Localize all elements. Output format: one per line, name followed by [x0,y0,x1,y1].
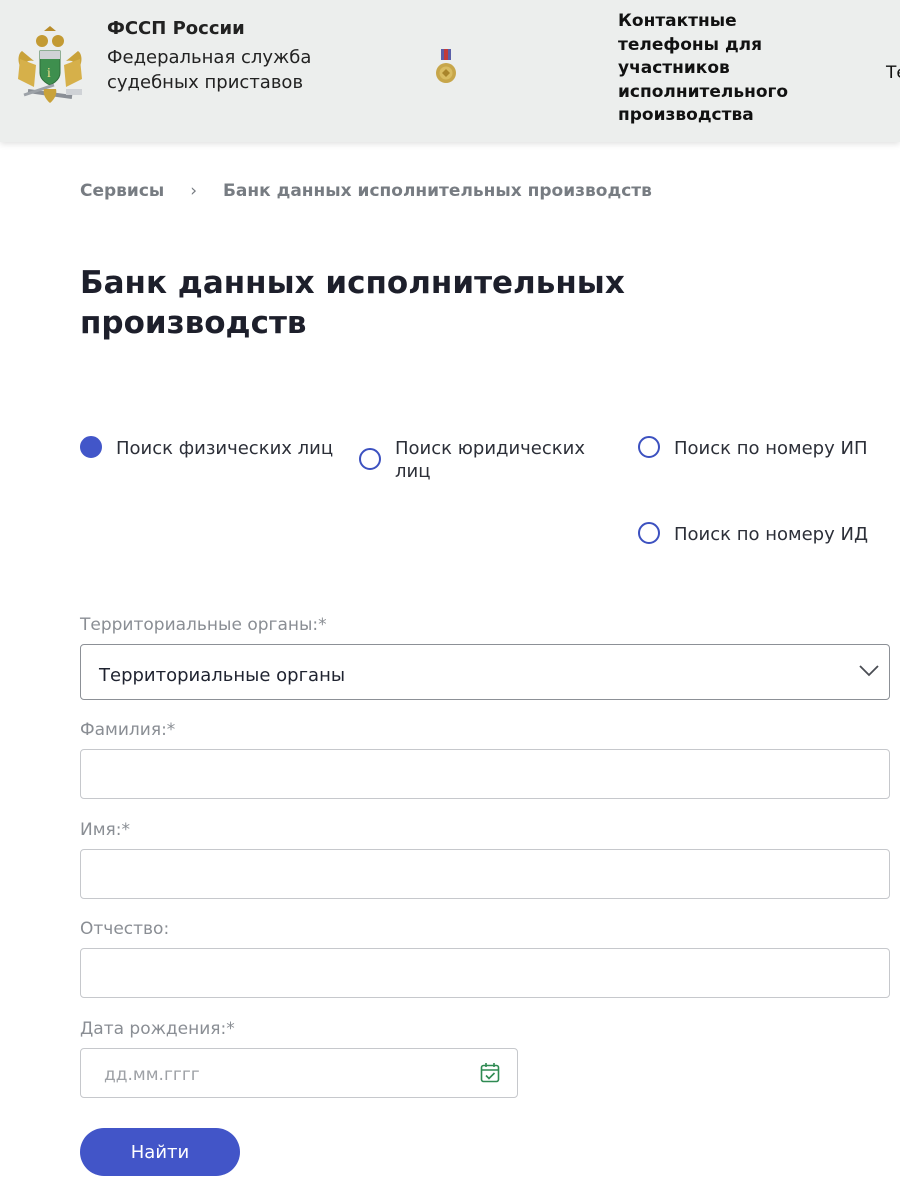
firstname-input[interactable] [80,849,890,899]
radio-button[interactable] [638,436,660,458]
radio-label[interactable]: Поиск по номеру ИП [674,437,867,460]
patronymic-input[interactable] [80,948,890,998]
territory-select[interactable]: Территориальные органы [80,644,890,700]
breadcrumb: Сервисы › Банк данных исполнительных про… [80,181,652,201]
breadcrumb-separator: › [190,181,198,201]
chevron-down-icon[interactable] [859,665,879,677]
patronymic-label: Отчество: [80,919,170,939]
birthdate-input[interactable]: дд.мм.гггг [80,1048,518,1098]
radio-legal-entities[interactable]: Поиск юридических лиц [359,437,609,483]
header-cut-text[interactable]: Те [886,63,900,83]
org-full-name[interactable]: Федеральная служба судебных приставов [107,45,322,95]
site-header: i ФССП России Федеральная служба судебны… [0,0,900,142]
radio-button[interactable] [80,436,102,458]
radio-label[interactable]: Поиск по номеру ИД [674,523,868,546]
breadcrumb-item-services[interactable]: Сервисы [80,181,164,201]
radio-by-id-number[interactable]: Поиск по номеру ИД [638,522,868,546]
fssp-emblem-icon[interactable]: i [14,25,86,107]
radio-by-ip-number[interactable]: Поиск по номеру ИП [638,436,867,460]
svg-text:i: i [47,66,51,81]
breadcrumb-item-current: Банк данных исполнительных производств [222,181,652,201]
medal-icon [436,49,456,83]
radio-label[interactable]: Поиск физических лиц [116,437,333,460]
radio-button[interactable] [359,448,381,470]
territory-label: Территориальные органы:* [80,615,327,635]
birthdate-placeholder: дд.мм.гггг [104,1065,200,1085]
org-short-name[interactable]: ФССП России [107,18,245,39]
radio-individuals[interactable]: Поиск физических лиц [80,436,333,460]
calendar-icon[interactable] [480,1062,500,1083]
radio-label[interactable]: Поиск юридических лиц [395,437,609,483]
search-button[interactable]: Найти [80,1128,240,1176]
radio-button[interactable] [638,522,660,544]
firstname-label: Имя:* [80,820,130,840]
contacts-link[interactable]: Контактные телефоны для участников испол… [618,10,803,128]
page-title: Банк данных исполнительных производств [80,265,625,341]
lastname-label: Фамилия:* [80,720,176,740]
lastname-input[interactable] [80,749,890,799]
territory-select-value: Территориальные органы [99,665,346,686]
birthdate-label: Дата рождения:* [80,1019,235,1039]
